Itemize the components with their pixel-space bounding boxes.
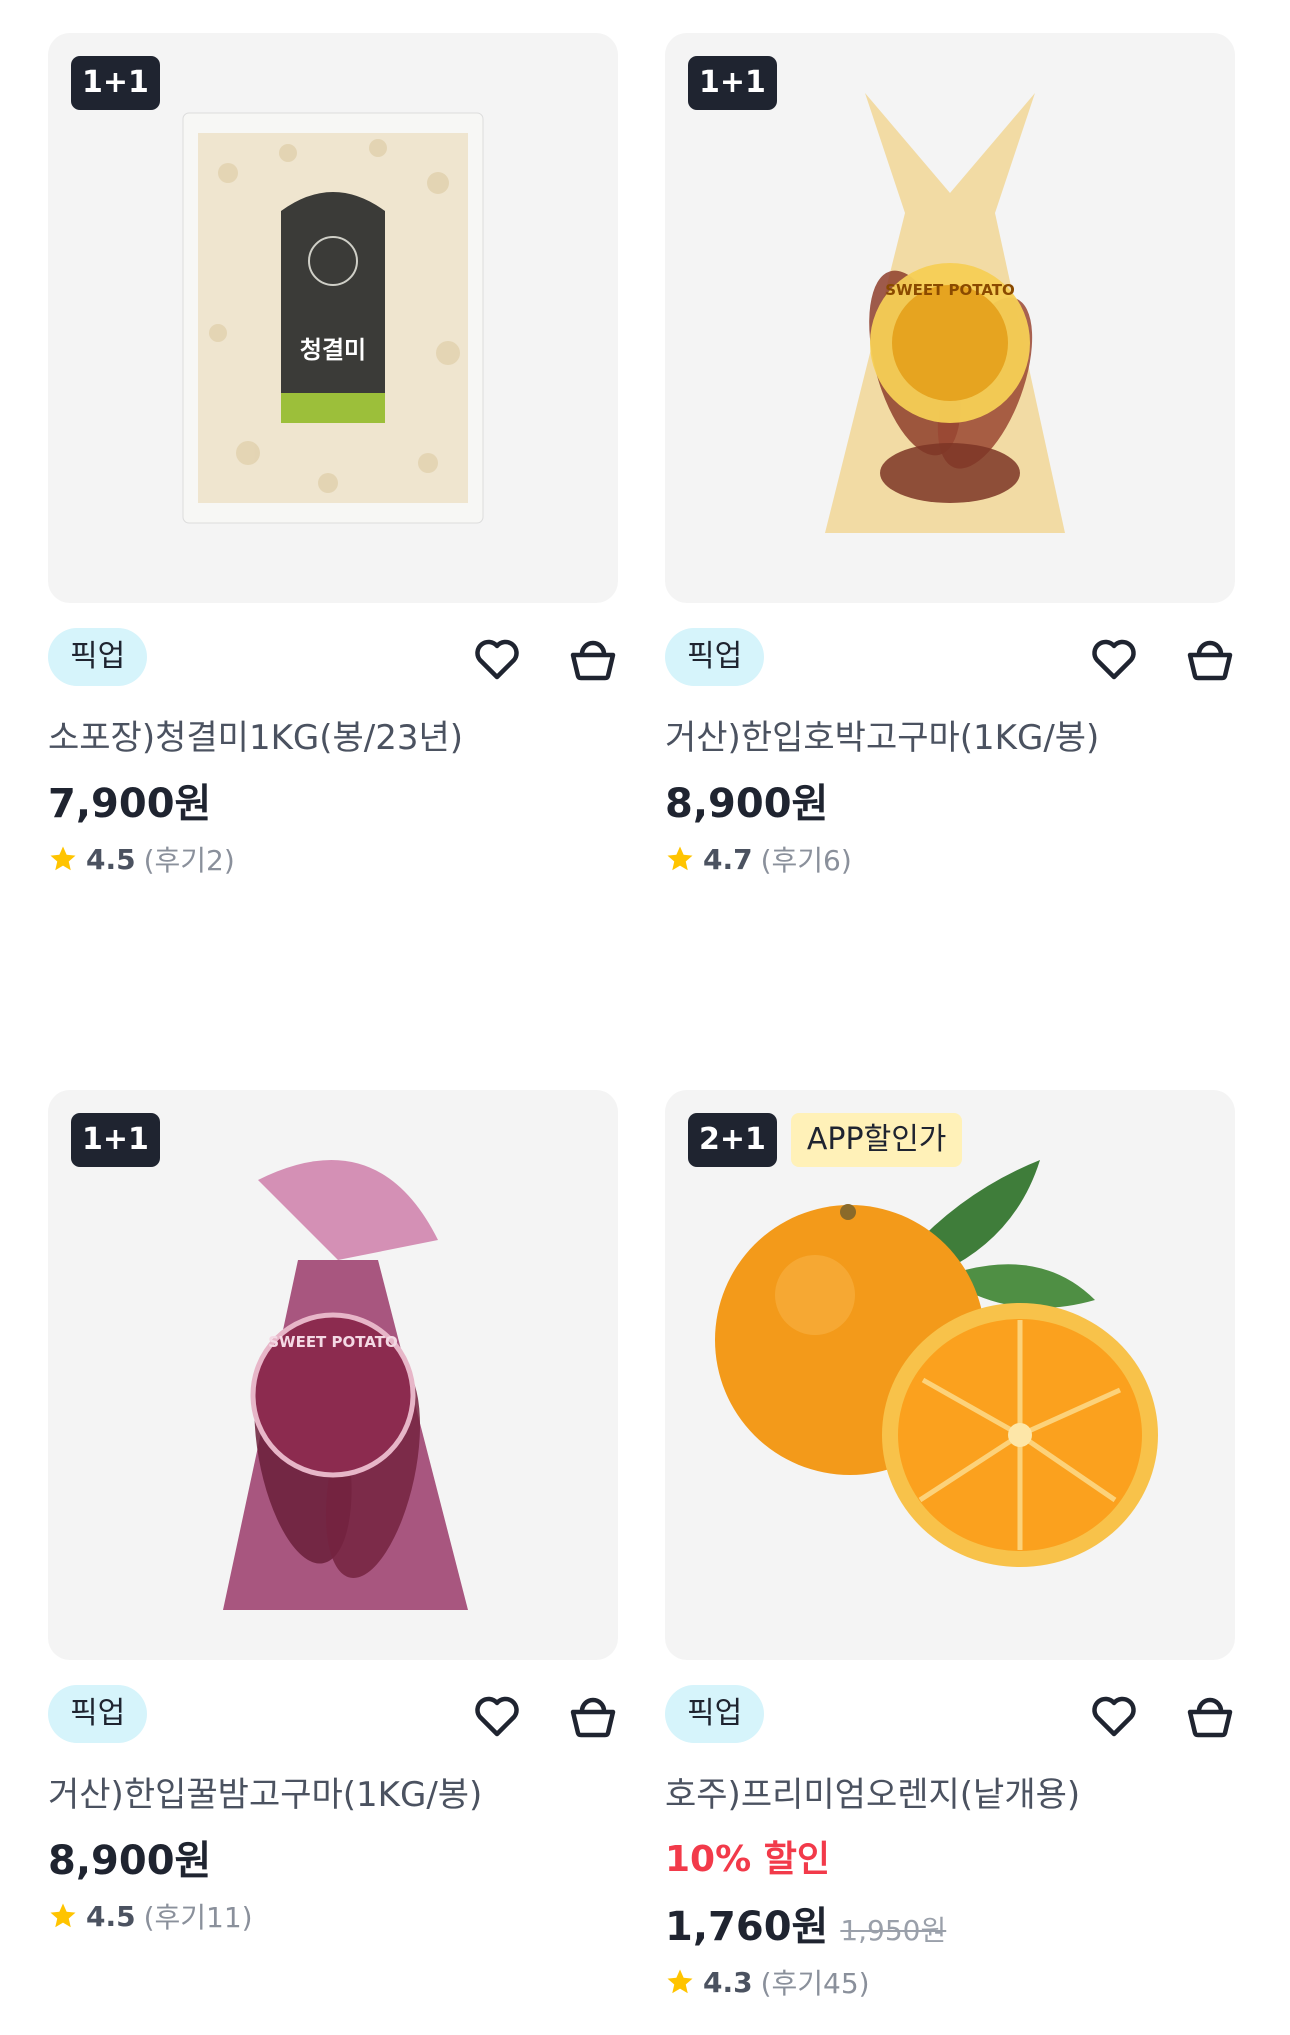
deal-badge: 1+1 [71,1113,160,1167]
product-card[interactable]: 1+1 SWEET POTATO 픽업 거산)한입꿀밤고구마(1KG/봉) 8,… [48,1090,618,1936]
product-title[interactable]: 소포장)청결미1KG(봉/23년) [48,710,618,759]
pickup-chip: 픽업 [665,1685,765,1743]
price: 7,900원 [48,781,212,827]
pickup-chip: 픽업 [665,628,765,686]
review-count[interactable]: (후기6) [761,839,852,879]
product-title[interactable]: 거산)한입호박고구마(1KG/봉) [665,710,1235,759]
rating-value: 4.5 [86,1899,136,1933]
rice-bag-image: 청결미 [182,112,484,524]
basket-icon[interactable] [1185,634,1235,684]
star-icon [50,1903,76,1928]
product-thumbnail[interactable]: 2+1 APP할인가 [665,1090,1235,1660]
review-count[interactable]: (후기45) [761,1962,870,2002]
star-icon [667,1969,693,1994]
star-icon [50,846,76,871]
review-count[interactable]: (후기11) [144,1896,253,1936]
product-card[interactable]: 1+1 SWEET POTATO 픽업 거산)한입호박고구마(1KG/봉) 8,… [665,33,1235,879]
review-count[interactable]: (후기2) [144,839,235,879]
product-card[interactable]: 1+1 청결미 픽업 소포장)청결미1KG(봉/23년) 7,900원 4.5 … [48,33,618,879]
star-icon [667,846,693,871]
chestnut-sweet-potato-bag-image: SWEET POTATO [223,1160,468,1610]
app-discount-badge: APP할인가 [790,1113,963,1167]
product-thumbnail[interactable]: 1+1 SWEET POTATO [665,33,1235,603]
basket-icon[interactable] [568,1691,618,1741]
product-card[interactable]: 2+1 APP할인가 픽업 호주)프리미엄오렌지(낱개용) 10% 할인 1,7… [665,1090,1235,2002]
product-thumbnail[interactable]: 1+1 SWEET POTATO [48,1090,618,1660]
product-title[interactable]: 거산)한입꿀밤고구마(1KG/봉) [48,1767,618,1816]
price: 8,900원 [665,781,829,827]
price: 8,900원 [48,1838,212,1884]
heart-icon[interactable] [1089,1691,1139,1741]
product-thumbnail[interactable]: 1+1 청결미 [48,33,618,603]
pickup-chip: 픽업 [48,628,148,686]
original-price: 1,950원 [840,1914,947,1947]
deal-badge: 1+1 [688,56,777,110]
basket-icon[interactable] [568,634,618,684]
product-title[interactable]: 호주)프리미엄오렌지(낱개용) [665,1767,1235,1816]
sweet-potato-bag-image: SWEET POTATO [825,93,1065,533]
heart-icon[interactable] [472,634,522,684]
pickup-chip: 픽업 [48,1685,148,1743]
basket-icon[interactable] [1185,1691,1235,1741]
rating-value: 4.3 [703,1965,753,1999]
deal-badge: 1+1 [71,56,160,110]
discount-label: 10% 할인 [665,1839,830,1880]
rating-value: 4.7 [703,842,753,876]
heart-icon[interactable] [472,1691,522,1741]
label-text: SWEET POTATO [268,1333,398,1351]
label-text: SWEET POTATO [885,281,1015,299]
deal-badge: 2+1 [688,1113,777,1167]
rating-value: 4.5 [86,842,136,876]
orange-image [715,1160,1158,1567]
heart-icon[interactable] [1089,634,1139,684]
price: 1,760원 [665,1904,829,1950]
label-text: 청결미 [300,336,366,364]
